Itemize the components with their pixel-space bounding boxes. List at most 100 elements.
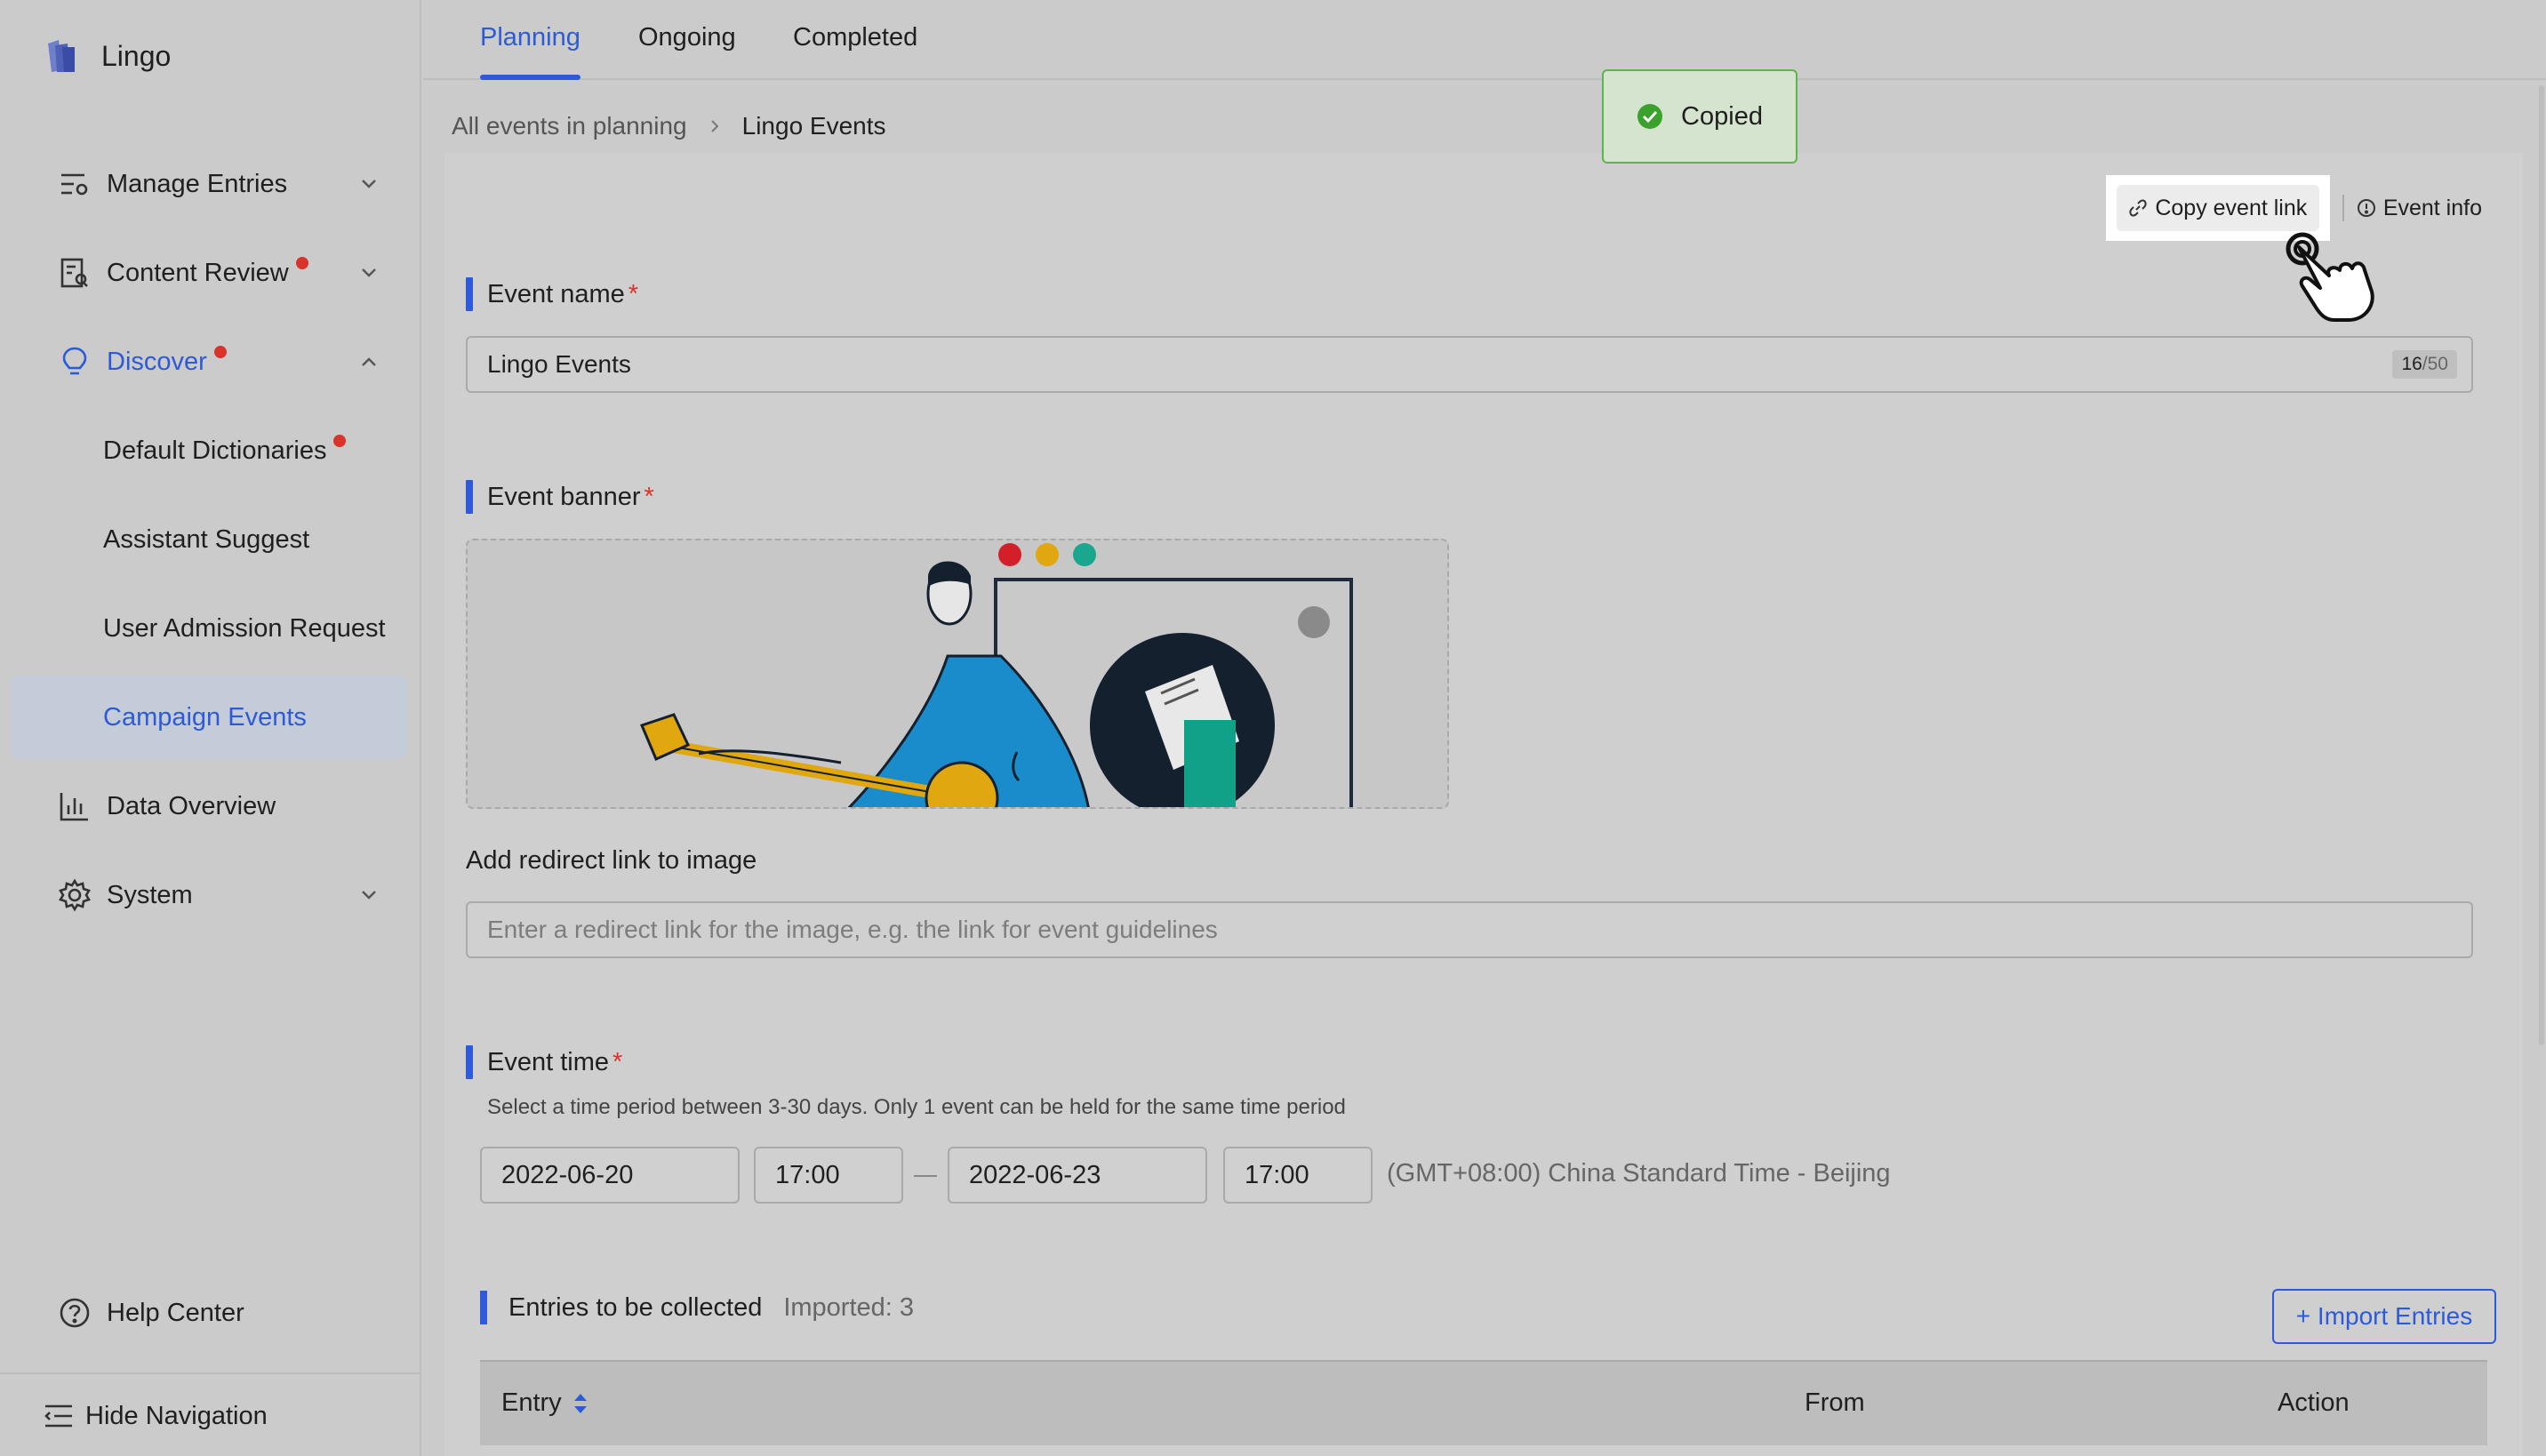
app-logo[interactable]: Lingo: [39, 34, 171, 78]
tab-ongoing[interactable]: Ongoing: [638, 23, 736, 78]
entries-section-label: Entries to be collected Imported: 3: [480, 1291, 914, 1324]
import-entries-button[interactable]: + Import Entries: [2272, 1289, 2496, 1344]
gear-icon: [57, 877, 92, 913]
sidebar-item-campaign-events[interactable]: Campaign Events: [11, 676, 407, 759]
section-marker: [480, 1291, 487, 1324]
sidebar-item-default-dictionaries[interactable]: Default Dictionaries: [11, 409, 407, 492]
tab-planning[interactable]: Planning: [480, 23, 580, 80]
sidebar-item-label: User Admission Request: [103, 613, 386, 643]
event-name-value: Lingo Events: [487, 350, 631, 378]
vertical-scrollbar[interactable]: [2539, 85, 2544, 1045]
document-review-icon: [57, 255, 92, 291]
chevron-down-icon: [362, 891, 376, 900]
banner-illustration: [639, 543, 1353, 807]
imported-count: Imported: 3: [783, 1292, 915, 1322]
copied-toast: Copied: [1602, 69, 1797, 164]
event-time-hint: Select a time period between 3-30 days. …: [487, 1095, 1346, 1119]
chevron-right-icon: [710, 120, 719, 132]
tab-completed[interactable]: Completed: [793, 23, 917, 78]
hide-navigation-label: Hide Navigation: [85, 1401, 268, 1430]
help-center-label: Help Center: [107, 1298, 244, 1327]
required-mark: *: [644, 482, 654, 511]
sidebar-item-label: Manage Entries: [107, 169, 288, 198]
hand-pointer-cursor-icon: [2286, 232, 2374, 322]
sort-icon: [573, 1394, 587, 1414]
event-time-label-text: Event time: [487, 1047, 609, 1076]
lightbulb-icon: [57, 344, 92, 380]
help-circle-icon: [57, 1295, 92, 1331]
event-banner-label: Event banner *: [466, 480, 654, 514]
event-info-label: Event info: [2382, 195, 2482, 220]
sidebar-item-label: System: [107, 880, 193, 909]
chevron-down-icon: [362, 180, 376, 188]
breadcrumb-parent-link[interactable]: All events in planning: [452, 112, 687, 140]
app-name: Lingo: [101, 39, 172, 72]
check-circle-icon: [1637, 104, 1663, 129]
column-header-entry[interactable]: Entry: [501, 1388, 590, 1418]
end-date-picker[interactable]: 2022-06-23: [948, 1147, 1207, 1204]
notification-dot: [295, 256, 308, 269]
sidebar-item-user-admission-request[interactable]: User Admission Request: [11, 587, 407, 670]
redirect-link-label: Add redirect link to image: [466, 846, 757, 875]
breadcrumb: All events in planning Lingo Events: [452, 112, 886, 140]
required-mark: *: [628, 279, 639, 308]
lingo-logo-icon: [48, 40, 75, 72]
help-center-link[interactable]: Help Center: [11, 1271, 407, 1355]
bar-chart-icon: [57, 788, 92, 824]
section-marker: [466, 1045, 473, 1079]
redirect-link-input[interactable]: Enter a redirect link for the image, e.g…: [466, 901, 2473, 958]
char-count: 16: [2401, 354, 2422, 374]
main-content: Planning Ongoing Completed All events in…: [423, 0, 2546, 1456]
notification-dot: [213, 345, 227, 358]
sidebar-item-label: Data Overview: [107, 791, 276, 820]
start-time-picker[interactable]: 17:00: [754, 1147, 903, 1204]
event-name-input[interactable]: Lingo Events 16/50: [466, 336, 2473, 393]
end-time-picker[interactable]: 17:00: [1223, 1147, 1373, 1204]
breadcrumb-current: Lingo Events: [741, 112, 886, 140]
column-header-action: Action: [2278, 1388, 2350, 1417]
char-counter: 16/50: [2392, 350, 2457, 379]
hide-navigation-button[interactable]: Hide Navigation: [0, 1374, 396, 1456]
date-range-separator: [914, 1175, 937, 1177]
sidebar-item-label: Discover: [107, 347, 207, 376]
char-max: /50: [2422, 354, 2448, 374]
entries-table-header: Entry From Action: [480, 1360, 2487, 1445]
section-marker: [466, 277, 473, 311]
info-icon: [2357, 199, 2375, 217]
sidebar-item-label: Default Dictionaries: [103, 436, 327, 465]
column-entry-label: Entry: [501, 1388, 562, 1417]
event-name-label: Event name *: [466, 277, 638, 311]
event-name-label-text: Event name: [487, 279, 625, 308]
sidebar-item-assistant-suggest[interactable]: Assistant Suggest: [11, 498, 407, 581]
sidebar-item-content-review[interactable]: Content Review: [11, 231, 407, 315]
required-mark: *: [612, 1047, 623, 1076]
start-date-picker[interactable]: 2022-06-20: [480, 1147, 740, 1204]
sidebar-item-label: Assistant Suggest: [103, 524, 310, 554]
sidebar-item-system[interactable]: System: [11, 853, 407, 937]
start-time-value: 17:00: [775, 1160, 840, 1189]
timezone-label: (GMT+08:00) China Standard Time - Beijin…: [1387, 1159, 1891, 1188]
end-time-value: 17:00: [1245, 1160, 1309, 1189]
end-date-value: 2022-06-23: [969, 1160, 1101, 1189]
list-settings-icon: [57, 166, 92, 202]
event-banner-label-text: Event banner: [487, 482, 641, 511]
column-header-from: From: [1805, 1388, 1865, 1417]
collapse-menu-icon: [41, 1398, 76, 1434]
sidebar-item-manage-entries[interactable]: Manage Entries: [11, 142, 407, 226]
sidebar-item-label: Campaign Events: [103, 702, 307, 732]
redirect-link-placeholder: Enter a redirect link for the image, e.g…: [487, 916, 1218, 943]
sidebar-item-data-overview[interactable]: Data Overview: [11, 764, 407, 848]
chevron-up-icon: [362, 357, 376, 366]
event-time-label: Event time *: [466, 1045, 622, 1079]
event-banner-image[interactable]: [466, 539, 1449, 809]
start-date-value: 2022-06-20: [501, 1160, 634, 1189]
sidebar-item-discover[interactable]: Discover: [11, 320, 407, 404]
notification-dot: [333, 434, 347, 447]
sidebar: Lingo Manage Entries Content Review Disc…: [0, 0, 421, 1456]
entries-label-text: Entries to be collected: [508, 1292, 763, 1322]
event-form-card: Copy event link Event info Event name * L…: [444, 153, 2523, 1456]
link-icon: [2129, 199, 2147, 217]
status-tabs: Planning Ongoing Completed: [423, 0, 2546, 80]
sidebar-item-label: Content Review: [107, 258, 289, 287]
toast-text: Copied: [1681, 101, 1763, 131]
